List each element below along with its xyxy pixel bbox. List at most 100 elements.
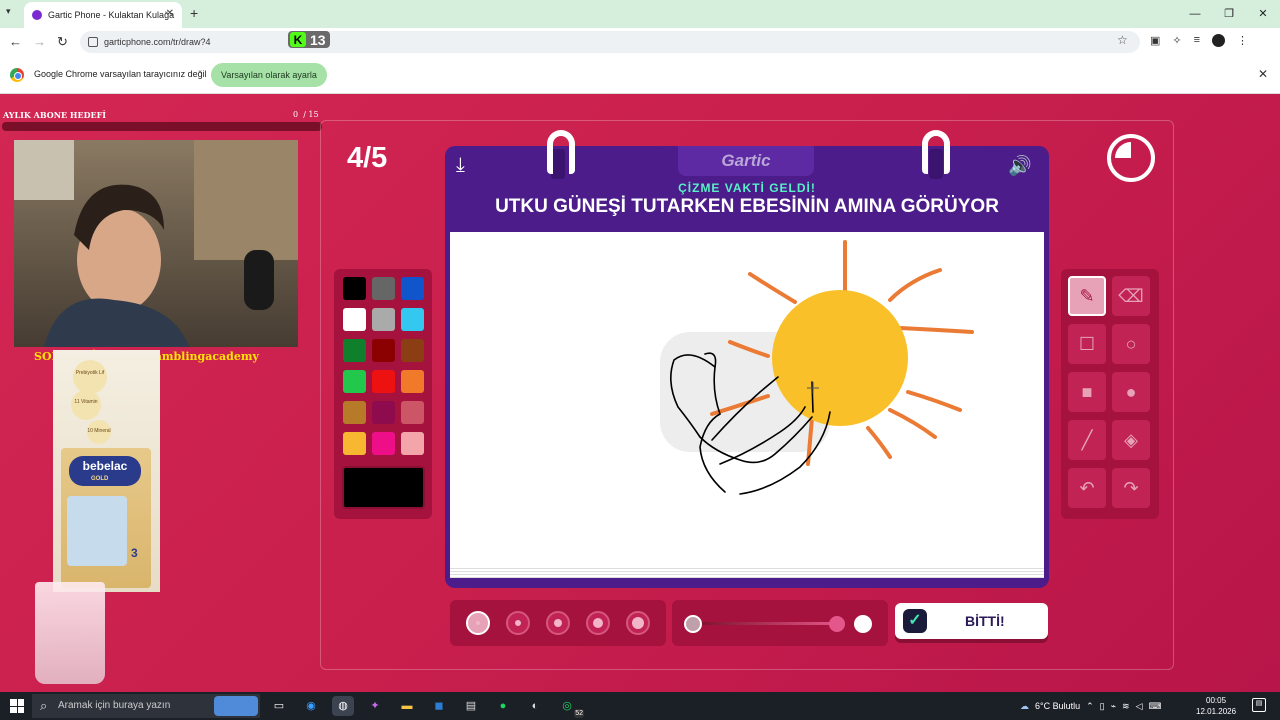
rectangle-outline-icon: ☐ [1078,333,1096,354]
brush-size-option[interactable] [506,611,530,635]
profile-avatar[interactable] [1212,34,1226,47]
whatsapp-icon[interactable]: ◎ 52 [556,696,584,718]
done-button[interactable]: ✓ BİTTİ! [895,603,1048,639]
round-counter: 4/5 [347,142,388,174]
binder-ring-right [922,130,950,174]
undo-button[interactable]: ↶ [1068,468,1106,508]
rectangle-outline-tool-button[interactable]: ☐ [1068,324,1106,364]
taskbar-clock[interactable]: 00:05 12.01.2026 [1196,695,1236,717]
minimize-button[interactable]: — [1178,0,1212,28]
kick-logo-icon: K [290,32,306,47]
back-button[interactable]: ← [9,34,22,49]
tab-search-icon[interactable]: ▾ [6,6,11,17]
extensions-icon[interactable]: ✧ [1172,34,1181,47]
color-swatch[interactable] [401,370,424,393]
rectangle-fill-tool-button[interactable]: ■ [1068,372,1106,412]
badge-mineral: 10 Mineral [87,420,111,444]
weather-text[interactable]: 6°C Bulutlu [1035,701,1080,711]
browser-tab[interactable]: Gartic Phone - Kulaktan Kulağa ✕ [24,2,182,28]
tray-keyboard-icon[interactable]: ⌨ [1149,701,1162,712]
windows-start-button[interactable] [10,699,24,713]
taskbar-search-placeholder: Aramak için buraya yazın [58,700,171,711]
browser-toolbar: ← → ↻ garticphone.com/tr/draw?4 K 13 ☆ ▣… [0,28,1280,56]
system-tray: ☁ 6°C Bulutlu ⌃ ▯ ⌁ ≋ ◁ ⌨ [1020,692,1162,720]
menu-icon[interactable]: ⋮ [1237,34,1248,47]
sound-icon[interactable]: 🔊 [1008,154,1032,178]
tray-network-icon[interactable]: ⌁ [1111,701,1116,712]
bucket-tool-button[interactable]: ◈ [1112,420,1150,460]
ellipse-fill-tool-button[interactable]: ● [1112,372,1150,412]
color-swatch[interactable] [343,308,366,331]
notification-icon[interactable]: ▤ [1252,698,1266,712]
kick-count: 13 [310,31,326,48]
color-swatch[interactable] [372,370,395,393]
redo-button[interactable]: ↷ [1112,468,1150,508]
line-tool-button[interactable]: ╱ [1068,420,1106,460]
color-swatch[interactable] [343,401,366,424]
color-swatch[interactable] [343,432,366,455]
tray-volume-icon[interactable]: ◁ [1136,701,1143,712]
cast-icon[interactable]: ▣ [1150,34,1160,47]
color-swatch[interactable] [372,277,395,300]
tab-close-icon[interactable]: ✕ [166,8,174,19]
color-swatch[interactable] [343,370,366,393]
obs-icon[interactable]: ◐ [524,696,546,716]
opacity-min-icon [684,615,702,633]
tray-battery-icon[interactable]: ▯ [1100,701,1105,712]
spotify-icon[interactable]: ● [492,696,514,716]
brush-size-option[interactable] [546,611,570,635]
kick-extension-badge[interactable]: K 13 [288,31,330,48]
color-swatch[interactable] [401,339,424,362]
set-default-button[interactable]: Varsayılan olarak ayarla [211,63,327,87]
forward-button[interactable]: → [33,34,46,49]
opacity-slider-handle[interactable] [829,616,845,632]
address-bar[interactable]: garticphone.com/tr/draw?4 [80,31,1140,53]
drawing-canvas[interactable] [450,232,1044,568]
reload-button[interactable]: ↻ [57,34,68,50]
search-highlight-icon[interactable] [214,696,258,716]
download-icon[interactable]: ⤓ [456,154,480,178]
edge-icon[interactable]: ◉ [300,696,322,716]
color-swatch[interactable] [401,277,424,300]
pencil-icon: ✎ [1079,285,1095,306]
media-icon[interactable]: ≡ [1194,34,1200,47]
rectangle-fill-icon: ■ [1081,381,1093,402]
chrome-taskbar-icon[interactable]: ◍ [332,696,354,716]
tray-wifi-icon[interactable]: ≋ [1122,701,1130,712]
brush-size-option[interactable] [626,611,650,635]
outlook-icon[interactable]: ◼ [428,696,450,716]
infobar-close-icon[interactable]: ✕ [1258,67,1268,81]
new-tab-button[interactable]: + [190,5,198,21]
site-info-icon[interactable] [88,37,98,47]
color-swatch[interactable] [372,401,395,424]
maximize-button[interactable]: ❐ [1212,0,1246,28]
check-icon: ✓ [903,609,927,633]
pencil-tool-button[interactable]: ✎ [1068,276,1106,316]
color-swatch[interactable] [372,432,395,455]
color-swatch[interactable] [372,339,395,362]
close-window-button[interactable]: ✕ [1246,0,1280,28]
eraser-tool-button[interactable]: ⌫ [1112,276,1150,316]
brush-size-option[interactable] [586,611,610,635]
binder-ring-left [547,130,575,174]
sub-goal-label: AYLIK ABONE HEDEFİ [3,110,107,120]
color-swatch[interactable] [372,308,395,331]
ellipse-outline-tool-button[interactable]: ○ [1112,324,1150,364]
color-swatch[interactable] [401,401,424,424]
brush-size-option[interactable] [466,611,490,635]
color-swatch[interactable] [401,308,424,331]
opacity-slider-track[interactable] [692,622,842,625]
color-swatch[interactable] [343,277,366,300]
color-swatch[interactable] [401,432,424,455]
task-view-icon[interactable]: ▭ [268,696,290,716]
bookmark-star-icon[interactable]: ☆ [1117,33,1128,47]
store-icon[interactable]: ▤ [460,696,482,716]
file-explorer-icon[interactable]: ▬ [396,696,418,716]
tray-chevron-icon[interactable]: ⌃ [1086,701,1094,712]
webcam-feed [14,140,298,347]
color-swatch[interactable] [343,339,366,362]
url-text: garticphone.com/tr/draw?4 [104,37,211,47]
copilot-icon[interactable]: ✦ [364,696,386,716]
windows-taskbar: Aramak için buraya yazın ▭ ◉ ◍ ✦ ▬ ◼ ▤ ●… [0,692,1280,720]
paper-edge [450,568,1044,578]
